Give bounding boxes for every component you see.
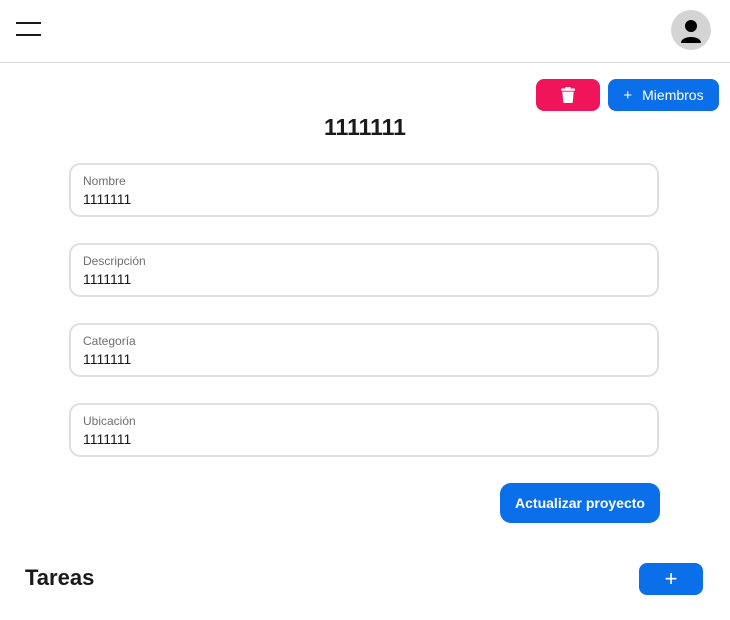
plus-icon: + — [623, 86, 633, 104]
category-input[interactable] — [83, 351, 643, 367]
name-field[interactable]: Nombre — [69, 163, 659, 217]
description-input[interactable] — [83, 271, 643, 287]
add-members-button[interactable]: + Miembros — [608, 79, 719, 111]
location-field-label: Ubicación — [83, 414, 136, 428]
menu-bar-top — [16, 22, 41, 24]
add-members-label: Miembros — [642, 87, 704, 103]
category-field[interactable]: Categoría — [69, 323, 659, 377]
menu-bar-bottom — [16, 34, 41, 36]
user-avatar-icon[interactable] — [671, 10, 711, 50]
update-project-button[interactable]: Actualizar proyecto — [500, 483, 660, 523]
location-field[interactable]: Ubicación — [69, 403, 659, 457]
add-task-button[interactable]: + — [639, 563, 703, 595]
name-field-label: Nombre — [83, 174, 126, 188]
user-silhouette-icon — [681, 20, 701, 43]
trash-icon — [561, 87, 575, 103]
top-bar — [0, 0, 730, 63]
description-field-label: Descripción — [83, 254, 146, 268]
description-field[interactable]: Descripción — [69, 243, 659, 297]
category-field-label: Categoría — [83, 334, 136, 348]
hamburger-menu-icon[interactable] — [16, 20, 42, 40]
plus-icon: + — [664, 566, 678, 591]
project-title: 1111111 — [324, 114, 406, 140]
delete-project-button[interactable] — [536, 79, 600, 111]
location-input[interactable] — [83, 431, 643, 447]
tasks-section-title: Tareas — [25, 565, 95, 590]
name-input[interactable] — [83, 191, 643, 207]
